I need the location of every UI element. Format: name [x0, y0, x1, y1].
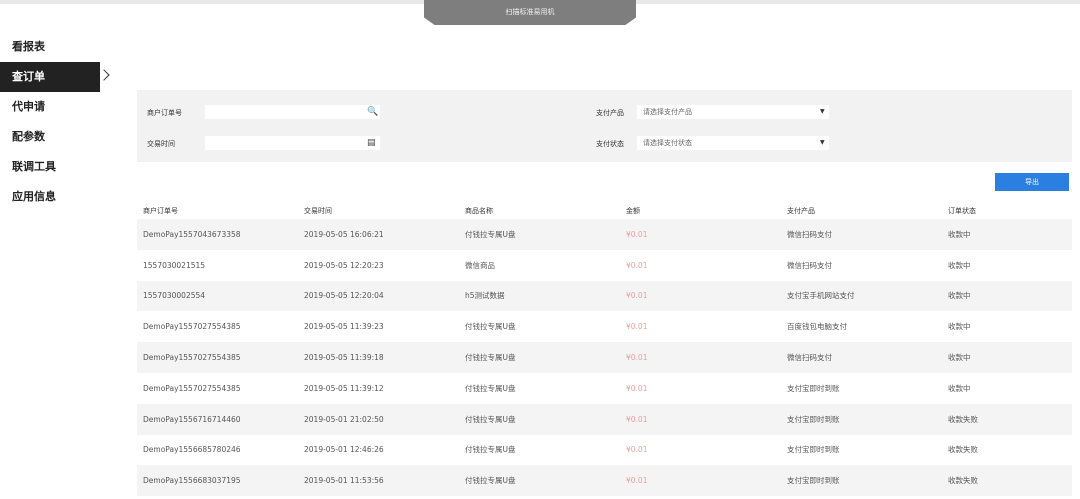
cell-product-name: 微信商品: [465, 260, 495, 270]
cell-pay-product: 百度钱包电脑支付: [787, 322, 847, 332]
header-amount: 金额: [626, 206, 640, 215]
header-time: 交易时间: [304, 206, 332, 215]
cell-order-no: 1557030021515: [143, 260, 206, 270]
table-row[interactable]: DemoPay1557027554385 2019-05-05 11:39:23 付…: [137, 311, 1072, 342]
cell-product-name: 付钱拉专属U盘: [465, 445, 516, 455]
dropdown-arrow-icon[interactable]: ▼: [820, 136, 825, 150]
cell-order-no: DemoPay1556683037195: [137, 465, 298, 497]
header-product-name: 商品名称: [465, 206, 493, 215]
cell-amount: ¥0.01: [620, 403, 781, 435]
cell-order-no: DemoPay1557027554385: [137, 342, 298, 373]
orders-table: 商户订单号 交易时间 商品名称 金额 支付产品 订单状态 DemoPay1557…: [137, 202, 1072, 497]
sidebar-item-apply[interactable]: 代申请: [0, 92, 100, 122]
cell-time: 2019-05-01 21:02:50: [298, 403, 459, 435]
order-no-label: 商户订单号: [147, 109, 182, 117]
cell-status: 收款中: [942, 280, 1072, 312]
table-row[interactable]: 1557030021515 2019-05-05 12:20:23 微信商品 ¥0.0…: [137, 250, 1072, 281]
cell-order-no: DemoPay1557027554385: [143, 383, 241, 393]
header-status: 订单状态: [948, 206, 976, 215]
cell-time: 2019-05-01 12:46:26: [304, 445, 384, 455]
cell-pay-product: 微信扫码支付: [781, 219, 942, 250]
cell-product-name: 付钱拉专属U盘: [459, 219, 620, 250]
cell-time: 2019-05-05 16:06:21: [298, 219, 459, 250]
cell-status: 收款失败: [942, 465, 1072, 497]
dropdown-arrow-icon[interactable]: ▼: [820, 105, 825, 119]
cell-amount: ¥0.01: [620, 219, 781, 250]
table-row[interactable]: DemoPay1556685780246 2019-05-01 12:46:26 付…: [137, 435, 1072, 466]
cell-order-no: DemoPay1556685780246: [143, 445, 241, 455]
cell-status: 收款中: [948, 383, 971, 393]
status-label: 支付状态: [596, 140, 624, 148]
order-no-input[interactable]: [205, 105, 380, 119]
status-select-value: 请选择支付状态: [643, 139, 692, 147]
header-pay-product: 支付产品: [787, 206, 815, 215]
cell-time: 2019-05-05 11:39:18: [298, 342, 459, 373]
table-row[interactable]: DemoPay1556716714460 2019-05-01 21:02:50 付…: [137, 403, 1072, 435]
cell-pay-product: 支付宝即时到账: [787, 383, 840, 393]
calendar-icon[interactable]: ▤: [367, 136, 376, 150]
header-order-no: 商户订单号: [143, 206, 178, 215]
cell-amount: ¥0.01: [626, 445, 648, 455]
cell-amount: ¥0.01: [620, 465, 781, 497]
cell-pay-product: 支付宝即时到账: [781, 465, 942, 497]
cell-amount: ¥0.01: [626, 383, 648, 393]
product-select[interactable]: 请选择支付产品: [637, 105, 829, 119]
cell-status: 收款中: [948, 322, 971, 332]
cell-time: 2019-05-05 11:39:23: [304, 322, 384, 332]
cell-product-name: 付钱拉专属U盘: [459, 465, 620, 497]
sidebar-item-reports[interactable]: 看报表: [0, 32, 100, 62]
cell-status: 收款中: [948, 260, 971, 270]
cell-product-name: 付钱拉专属U盘: [459, 342, 620, 373]
cell-time: 2019-05-05 12:20:23: [304, 260, 384, 270]
product-label: 支付产品: [596, 109, 624, 117]
product-select-value: 请选择支付产品: [643, 108, 692, 116]
cell-status: 收款中: [942, 219, 1072, 250]
sidebar-item-app-info[interactable]: 应用信息: [0, 182, 100, 212]
sidebar-item-label: 查订单: [12, 70, 45, 83]
cell-pay-product: 微信扫码支付: [787, 260, 832, 270]
chevron-right-icon: [98, 69, 110, 81]
sidebar-item-debug-tools[interactable]: 联调工具: [0, 152, 100, 182]
cell-order-no: DemoPay1557043673358: [137, 219, 298, 250]
table-row[interactable]: DemoPay1557027554385 2019-05-05 11:39:12 付…: [137, 373, 1072, 404]
time-input[interactable]: [205, 136, 380, 150]
cell-status: 收款中: [942, 342, 1072, 373]
cell-order-no: DemoPay1556716714460: [137, 403, 298, 435]
table-row[interactable]: DemoPay1556683037195 2019-05-01 11:53:56 付…: [137, 465, 1072, 497]
cell-order-no: 1557030002554: [137, 280, 298, 312]
table-row[interactable]: DemoPay1557043673358 2019-05-05 16:06:21 付…: [137, 219, 1072, 250]
table-header-row: 商户订单号 交易时间 商品名称 金额 支付产品 订单状态: [137, 202, 1072, 219]
export-button[interactable]: 导出: [995, 173, 1069, 191]
sidebar-item-params[interactable]: 配参数: [0, 122, 100, 152]
cell-product-name: h5测试数据: [459, 280, 620, 312]
sidebar-item-orders[interactable]: 查订单: [0, 62, 110, 92]
cell-order-no: DemoPay1557027554385: [143, 322, 241, 332]
cell-status: 收款失败: [948, 445, 978, 455]
cell-product-name: 付钱拉专属U盘: [465, 383, 516, 393]
cell-product-name: 付钱拉专属U盘: [465, 322, 516, 332]
cell-amount: ¥0.01: [620, 280, 781, 312]
cell-amount: ¥0.01: [626, 260, 648, 270]
cell-product-name: 付钱拉专属U盘: [459, 403, 620, 435]
scan-tab[interactable]: 扫描标准易用机: [424, 0, 636, 25]
cell-time: 2019-05-01 11:53:56: [298, 465, 459, 497]
cell-pay-product: 支付宝手机网站支付: [781, 280, 942, 312]
table-row[interactable]: DemoPay1557027554385 2019-05-05 11:39:18 付…: [137, 342, 1072, 373]
table-row[interactable]: 1557030002554 2019-05-05 12:20:04 h5测试数据 ¥0…: [137, 280, 1072, 312]
cell-pay-product: 支付宝即时到账: [787, 445, 840, 455]
search-icon[interactable]: 🔍: [367, 105, 378, 119]
status-select[interactable]: 请选择支付状态: [637, 136, 829, 150]
sidebar: 看报表 查订单 代申请 配参数 联调工具 应用信息: [0, 32, 110, 212]
cell-status: 收款失败: [942, 403, 1072, 435]
filter-panel: 商户订单号 🔍 交易时间 ▤ 支付产品 请选择支付产品 ▼ 支付状态 请选择支付…: [137, 90, 1072, 162]
cell-pay-product: 支付宝即时到账: [781, 403, 942, 435]
cell-pay-product: 微信扫码支付: [781, 342, 942, 373]
cell-amount: ¥0.01: [626, 322, 648, 332]
cell-time: 2019-05-05 11:39:12: [304, 383, 384, 393]
cell-time: 2019-05-05 12:20:04: [298, 280, 459, 312]
time-label: 交易时间: [147, 140, 175, 148]
cell-amount: ¥0.01: [620, 342, 781, 373]
